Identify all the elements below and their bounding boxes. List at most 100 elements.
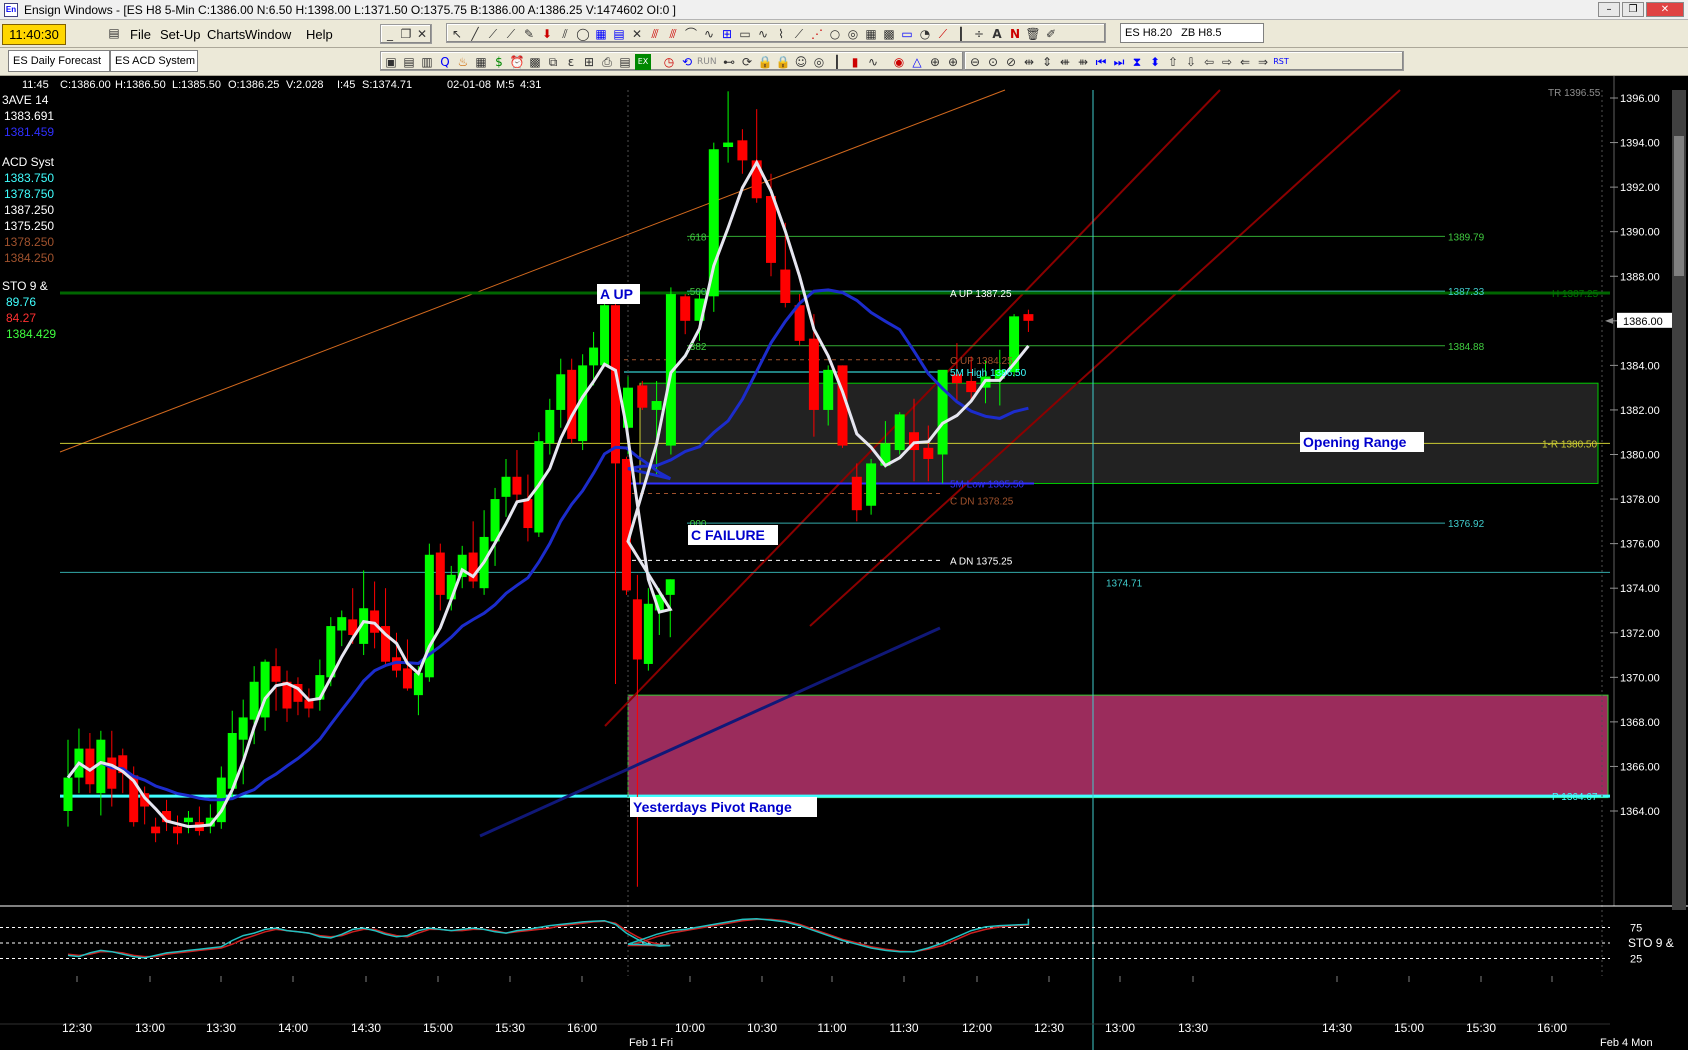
chart-area[interactable]: 11:45 C:1386.00 H:1386.50 L:1385.50 O:1386.2… [0,76,1688,1050]
expand-v-icon[interactable]: ⇕ [1039,54,1055,70]
refresh-icon[interactable]: ⟳ [739,54,755,70]
arrow-down-icon[interactable]: ⇩ [1183,54,1199,70]
menu-file[interactable]: File [130,27,151,42]
gann-fan-tool-icon[interactable]: ⋰ [809,26,825,42]
line-tool-icon[interactable]: ╱ [467,26,483,42]
curve-tool-icon[interactable]: ⌇ [773,26,789,42]
scroll-start-icon[interactable]: ⏮ [1093,54,1109,70]
box-tool-icon[interactable]: ▭ [737,26,753,42]
triangle-icon[interactable]: △ [909,54,925,70]
run-icon[interactable]: RUN [697,54,717,70]
menu-setup[interactable]: Set-Up [160,27,200,42]
arrow-right2-icon[interactable]: ⇒ [1255,54,1271,70]
face-icon[interactable]: ☺ [793,54,809,70]
grid-icon[interactable]: ▦ [473,54,489,70]
divide-tool-icon[interactable]: ÷ [971,26,987,42]
note-tool-icon[interactable]: N [1007,26,1023,42]
expand-h-icon[interactable]: ⇹ [1021,54,1037,70]
epsi-icon[interactable]: ε [563,54,579,70]
page-icon[interactable]: ▤ [401,54,417,70]
menu-charts[interactable]: Window [245,27,291,42]
fit-vertical-icon[interactable]: ⧗ [1129,54,1145,70]
dollar-icon[interactable]: $ [491,54,507,70]
pattern-tool-icon[interactable]: ▩ [881,26,897,42]
spread-tool-icon[interactable]: ⟋ [935,26,951,42]
globe-icon[interactable]: ◉ [891,54,907,70]
tab-es-acd-system[interactable]: ES ACD System [110,50,198,72]
price-chart[interactable]: 11:45 C:1386.00 H:1386.50 L:1385.50 O:1386.2… [0,76,1688,1050]
compress-h-icon[interactable]: ⇺ [1057,54,1073,70]
cursor-tool-icon[interactable]: ↖ [449,26,465,42]
fan2-tool-icon[interactable]: ⫻ [665,26,681,42]
candle-icon[interactable]: ▮ [847,54,863,70]
symbol-es[interactable]: ES H8.20 [1125,27,1172,39]
zoom-out-icon[interactable]: ⊖ [967,54,983,70]
target-icon[interactable]: ◎ [811,54,827,70]
regression-tool-icon[interactable]: ⊞ [719,26,735,42]
lock2-icon[interactable]: 🔒 [775,54,791,70]
trend-tool-icon[interactable]: ⟋ [791,26,807,42]
circle-tool-icon[interactable]: ○ [827,26,843,42]
cycle-icon[interactable]: ⟲ [679,54,695,70]
scroll-end-icon[interactable]: ⏭ [1111,54,1127,70]
tab-es-daily-forecast[interactable]: ES Daily Forecast [8,50,110,72]
fib-tool-icon[interactable]: ▤ [611,26,627,42]
flame-icon[interactable]: ♨ [455,54,471,70]
sine-tool-icon[interactable]: ∿ [755,26,771,42]
web-icon[interactable]: ⊞ [581,54,597,70]
arrow-left-icon[interactable]: ⇦ [1201,54,1217,70]
symbol-zb[interactable]: ZB H8.5 [1181,27,1221,39]
compress-v-icon[interactable]: ⇻ [1075,54,1091,70]
grid-tool-icon[interactable]: ▦ [593,26,609,42]
arrow-up-icon[interactable]: ⇧ [1165,54,1181,70]
reset-icon[interactable]: RST [1273,54,1289,70]
quote-icon[interactable]: Q [437,54,453,70]
lock-icon[interactable]: 🔒 [757,54,773,70]
ellipse-tool-icon[interactable]: ◯ [575,26,591,42]
matrix-icon[interactable]: ▩ [527,54,543,70]
trendline-tool-icon[interactable]: ⟋ [503,26,519,42]
trash-icon[interactable]: 🗑 [1025,26,1041,42]
clock-icon[interactable]: ◷ [661,54,677,70]
mdi-minimize-button[interactable]: _ [382,26,398,42]
window-icon[interactable]: ⧉ [545,54,561,70]
cycle-tool-icon[interactable]: ∿ [701,26,717,42]
pencil-tool-icon[interactable]: ✎ [521,26,537,42]
magnify-icon[interactable]: ⊘ [1003,54,1019,70]
menu-window[interactable]: Charts [207,27,245,42]
mdi-restore-button[interactable]: ❐ [398,26,414,42]
minimize-button[interactable]: – [1598,2,1620,17]
rectangle-tool-icon[interactable]: ▭ [899,26,915,42]
arrow-right-icon[interactable]: ⇨ [1219,54,1235,70]
restore-button[interactable]: ❐ [1622,2,1644,17]
zoom-icon[interactable]: ⊕ [927,54,943,70]
close-button[interactable]: ✕ [1646,2,1684,17]
grid2-tool-icon[interactable]: ▦ [863,26,879,42]
chart-icon[interactable]: ▣ [383,54,399,70]
spiral-tool-icon[interactable]: ◔ [917,26,933,42]
alarm-icon[interactable]: ⏰ [509,54,525,70]
menu-help[interactable]: Help [306,27,333,42]
signal-icon[interactable]: ┃ [829,54,845,70]
ray-tool-icon[interactable]: ⟋ [485,26,501,42]
arrow-down-tool-icon[interactable]: ⬇ [539,26,555,42]
wave-icon[interactable]: ∿ [865,54,881,70]
arrow-left2-icon[interactable]: ⇐ [1237,54,1253,70]
fan-tool-icon[interactable]: ⫻ [647,26,663,42]
arc-tool-icon[interactable]: ⌒ [683,26,699,42]
gann-tool-icon[interactable]: ✕ [629,26,645,42]
text-tool-icon[interactable]: A [989,26,1005,42]
zoom-fit-icon[interactable]: ⊙ [985,54,1001,70]
link-icon[interactable]: ⊷ [721,54,737,70]
zoom-in-icon[interactable]: ⊕ [945,54,961,70]
fit-horizontal-icon[interactable]: ⬍ [1147,54,1163,70]
target-tool-icon[interactable]: ◎ [845,26,861,42]
table-icon[interactable]: ▤ [617,54,633,70]
bars-icon[interactable]: ▥ [419,54,435,70]
exit-icon[interactable]: EX [635,54,651,70]
scrollbar-thumb[interactable] [1674,136,1684,276]
print-icon[interactable]: ⎙ [599,54,615,70]
paint-icon[interactable]: ✐ [1043,26,1059,42]
bar-tool-icon[interactable]: ┃ [953,26,969,42]
file-menu-icon[interactable]: ▤ [106,25,122,41]
